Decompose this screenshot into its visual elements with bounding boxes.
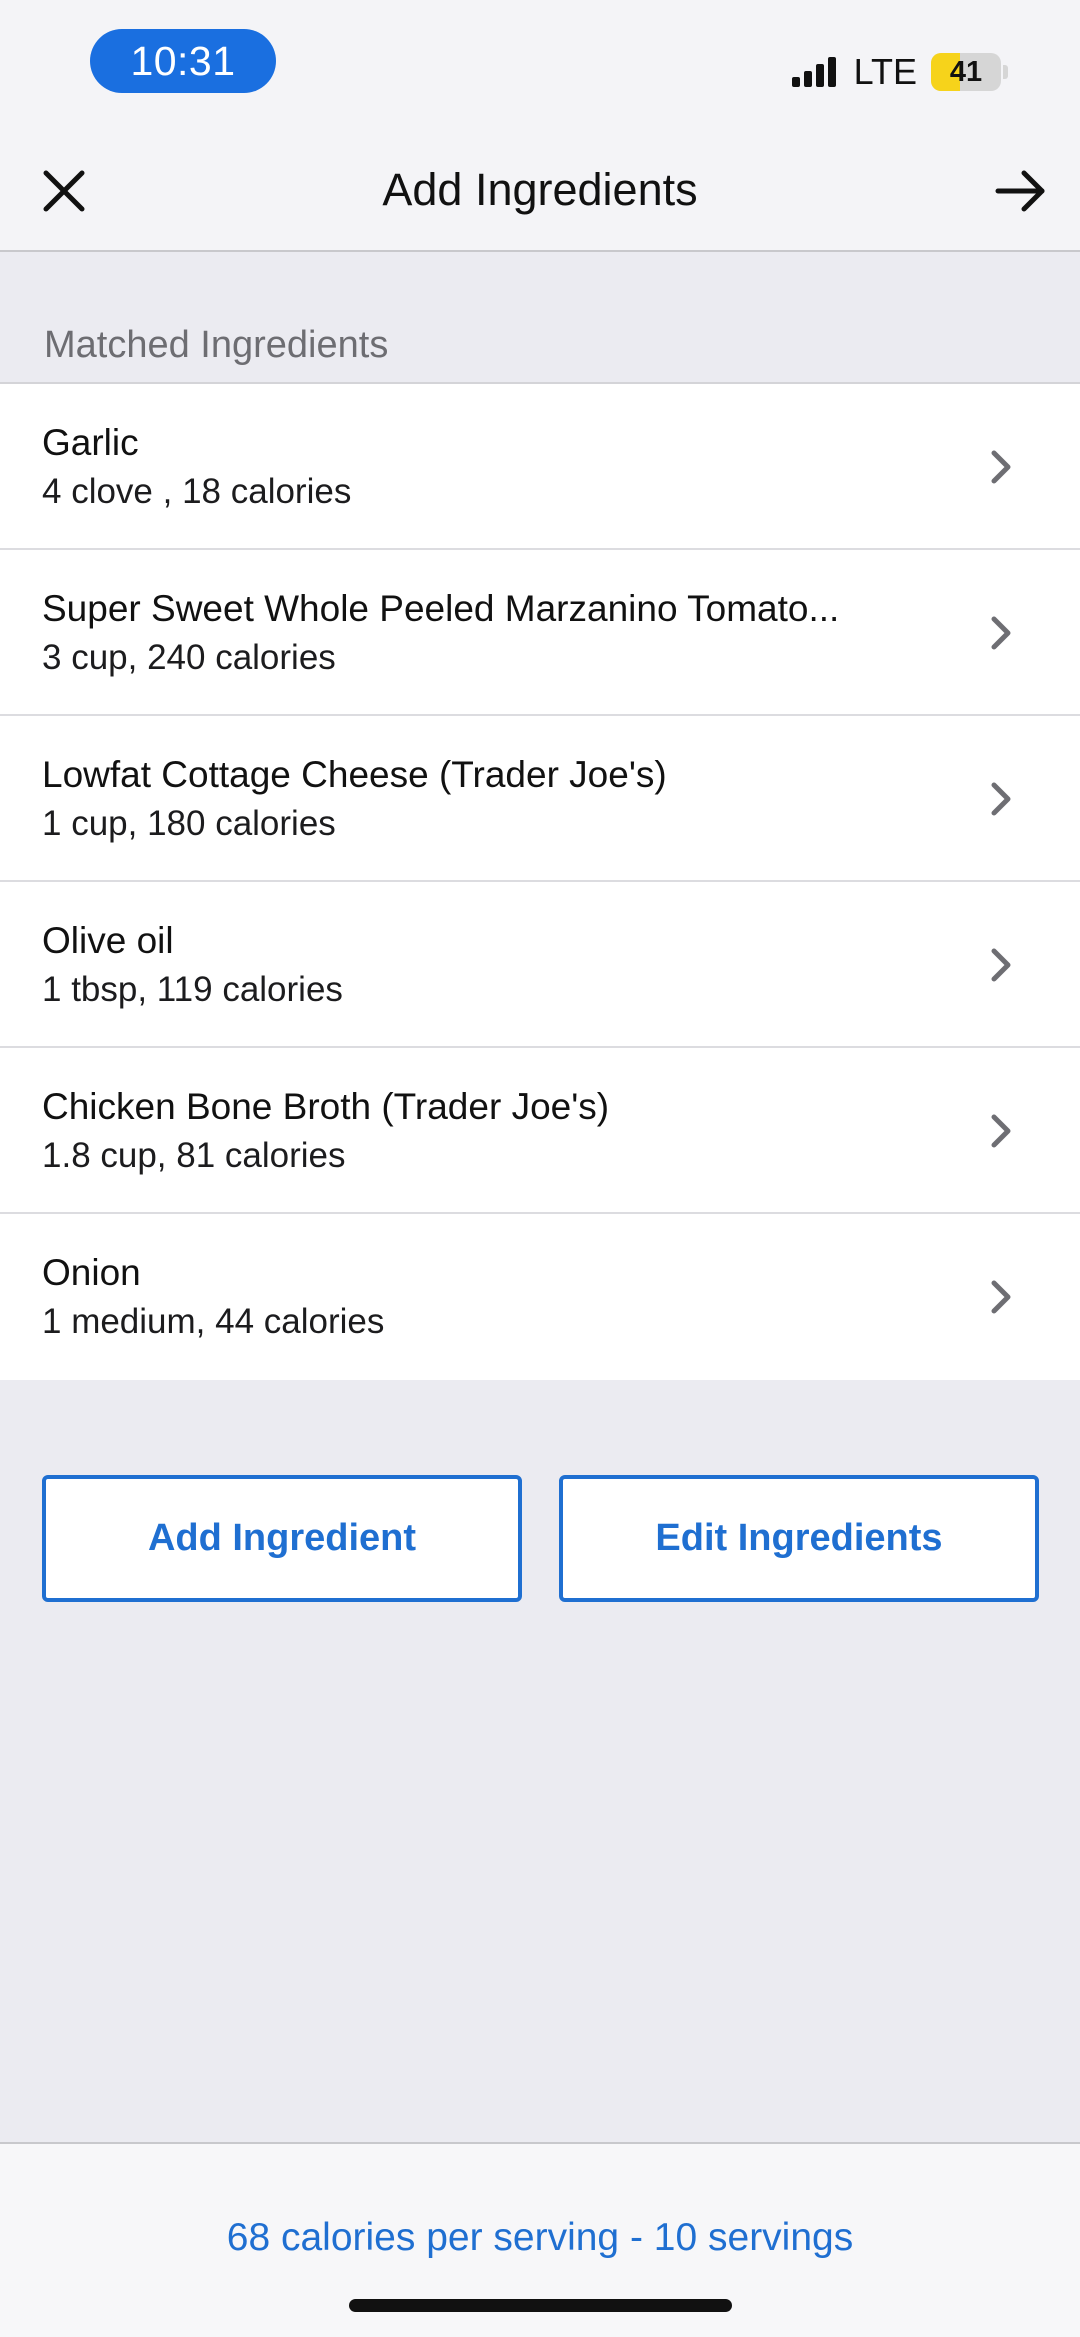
battery-percentage: 41 xyxy=(949,56,983,88)
section-header: Matched Ingredients xyxy=(0,252,1080,384)
ingredient-row[interactable]: Chicken Bone Broth (Trader Joe's) 1.8 cu… xyxy=(0,1048,1080,1214)
ingredient-name: Lowfat Cottage Cheese (Trader Joe's) xyxy=(42,754,667,795)
chevron-right-icon xyxy=(991,1280,1011,1314)
close-button[interactable] xyxy=(32,159,96,223)
ingredient-name: Olive oil xyxy=(42,920,174,961)
arrow-right-icon xyxy=(995,170,1045,212)
ingredient-detail: 1 cup, 180 calories xyxy=(42,804,336,843)
ingredient-detail: 3 cup, 240 calories xyxy=(42,638,336,677)
status-indicators: LTE 41 xyxy=(791,50,1008,94)
status-bar: 10:31 LTE 41 xyxy=(0,0,1080,130)
home-indicator[interactable] xyxy=(349,2299,732,2312)
ingredient-list: Garlic 4 clove , 18 calories Super Sweet… xyxy=(0,384,1080,1380)
ingredient-row[interactable]: Super Sweet Whole Peeled Marzanino Tomat… xyxy=(0,550,1080,716)
ingredient-detail: 1 medium, 44 calories xyxy=(42,1302,385,1341)
ingredient-detail: 1 tbsp, 119 calories xyxy=(42,970,343,1009)
page-title: Add Ingredients xyxy=(382,164,698,215)
battery-icon: 41 xyxy=(931,53,1001,91)
ingredient-row[interactable]: Onion 1 medium, 44 calories xyxy=(0,1214,1080,1380)
ingredient-name: Onion xyxy=(42,1252,141,1293)
chevron-right-icon xyxy=(991,1114,1011,1148)
ingredient-name: Garlic xyxy=(42,422,139,463)
ingredient-row[interactable]: Lowfat Cottage Cheese (Trader Joe's) 1 c… xyxy=(0,716,1080,882)
ingredient-name: Super Sweet Whole Peeled Marzanino Tomat… xyxy=(42,588,840,629)
chevron-right-icon xyxy=(991,450,1011,484)
chevron-right-icon xyxy=(991,616,1011,650)
status-time: 10:31 xyxy=(90,29,276,93)
signal-strength-icon xyxy=(791,57,840,87)
add-ingredient-button[interactable]: Add Ingredient xyxy=(42,1475,522,1602)
ingredient-detail: 1.8 cup, 81 calories xyxy=(42,1136,346,1175)
close-icon xyxy=(43,170,85,212)
edit-ingredients-button[interactable]: Edit Ingredients xyxy=(559,1475,1039,1602)
ingredient-detail: 4 clove , 18 calories xyxy=(42,472,352,511)
servings-summary-link[interactable]: 68 calories per serving - 10 servings xyxy=(0,2216,1080,2260)
network-type: LTE xyxy=(853,51,917,92)
battery-cap xyxy=(1003,65,1008,79)
chevron-right-icon xyxy=(991,782,1011,816)
next-button[interactable] xyxy=(988,159,1052,223)
ingredient-name: Chicken Bone Broth (Trader Joe's) xyxy=(42,1086,610,1127)
ingredient-row[interactable]: Garlic 4 clove , 18 calories xyxy=(0,384,1080,550)
chevron-right-icon xyxy=(991,948,1011,982)
section-title: Matched Ingredients xyxy=(44,324,389,366)
ingredient-row[interactable]: Olive oil 1 tbsp, 119 calories xyxy=(0,882,1080,1048)
navigation-bar: Add Ingredients xyxy=(0,130,1080,252)
